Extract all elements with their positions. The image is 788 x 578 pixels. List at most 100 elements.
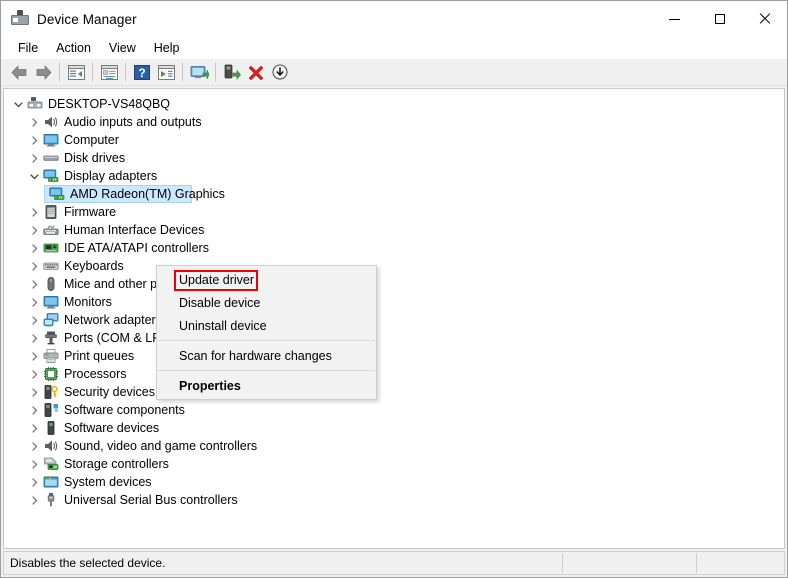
tree-item-label: Firmware <box>64 205 122 219</box>
device-context-menu: Update driver Disable device Uninstall d… <box>156 265 377 400</box>
chevron-down-icon[interactable] <box>10 95 26 113</box>
context-menu-item-disable-device[interactable]: Disable device <box>157 291 376 314</box>
maximize-button[interactable] <box>697 1 742 37</box>
chevron-right-icon[interactable] <box>26 437 42 455</box>
menu-help[interactable]: Help <box>145 39 189 57</box>
tree-row-ports-com-and-lpt[interactable]: Ports (COM & LPT) <box>4 329 784 347</box>
hid-icon <box>42 221 60 239</box>
mouse-icon <box>42 275 60 293</box>
chevron-right-icon[interactable] <box>26 419 42 437</box>
tree-row-system-devices[interactable]: System devices <box>4 473 784 491</box>
chevron-right-icon[interactable] <box>26 239 42 257</box>
chevron-right-icon[interactable] <box>26 329 42 347</box>
menu-view[interactable]: View <box>100 39 145 57</box>
status-bar: Disables the selected device. <box>3 551 785 575</box>
chevron-right-icon[interactable] <box>26 455 42 473</box>
context-menu-item-uninstall-device[interactable]: Uninstall device <box>157 314 376 337</box>
security-device-icon <box>42 383 60 401</box>
disable-device-button[interactable] <box>268 61 292 83</box>
tree-row-monitors[interactable]: Monitors <box>4 293 784 311</box>
storage-controller-icon <box>42 455 60 473</box>
tree-row-display-adapters[interactable]: Display adapters <box>4 167 784 185</box>
update-driver-button[interactable] <box>220 61 244 83</box>
chevron-right-icon[interactable] <box>26 311 42 329</box>
tree-row-security-devices[interactable]: Security devices <box>4 383 784 401</box>
chevron-right-icon[interactable] <box>26 383 42 401</box>
tree-row-mice-and-other-pointing-devices[interactable]: Mice and other pointing devices <box>4 275 784 293</box>
back-arrow-icon <box>11 65 28 80</box>
minimize-icon <box>669 19 680 20</box>
title-bar: Device Manager <box>1 1 787 37</box>
tree-row-computer[interactable]: Computer <box>4 131 784 149</box>
tree-item-label: Sound, video and game controllers <box>64 439 263 453</box>
scan-for-hardware-changes-button[interactable] <box>154 61 178 83</box>
update-driver-software-button[interactable] <box>187 61 211 83</box>
chevron-right-icon[interactable] <box>26 293 42 311</box>
uninstall-device-button[interactable] <box>244 61 268 83</box>
ide-controller-icon <box>42 239 60 257</box>
help-button[interactable]: ? <box>130 61 154 83</box>
chevron-right-icon[interactable] <box>26 473 42 491</box>
chevron-right-icon[interactable] <box>26 203 42 221</box>
speaker-icon <box>42 113 60 131</box>
properties-button[interactable] <box>97 61 121 83</box>
tree-row-software-components[interactable]: Software components <box>4 401 784 419</box>
tree-row-storage-controllers[interactable]: Storage controllers <box>4 455 784 473</box>
context-menu-item-update-driver[interactable]: Update driver <box>157 268 376 291</box>
system-device-icon <box>42 473 60 491</box>
chevron-right-icon[interactable] <box>26 401 42 419</box>
computer-root-icon <box>26 95 44 113</box>
tree-row-audio-inputs-and-outputs[interactable]: Audio inputs and outputs <box>4 113 784 131</box>
context-menu-item-properties[interactable]: Properties <box>157 374 376 397</box>
tree-row-software-devices[interactable]: Software devices <box>4 419 784 437</box>
tree-item-label: Keyboards <box>64 259 130 273</box>
firmware-icon <box>42 203 60 221</box>
close-button[interactable] <box>742 1 787 37</box>
tree-item-label: Monitors <box>64 295 118 309</box>
context-menu-item-scan-for-hardware-changes[interactable]: Scan for hardware changes <box>157 344 376 367</box>
chevron-right-icon[interactable] <box>26 113 42 131</box>
chevron-right-icon[interactable] <box>26 257 42 275</box>
back-button[interactable] <box>7 61 31 83</box>
disable-device-icon <box>272 64 288 80</box>
device-manager-icon <box>11 10 29 28</box>
keyboard-icon <box>42 257 60 275</box>
status-bar-divider <box>696 553 697 573</box>
tree-row-ide-ata-atapi-controllers[interactable]: IDE ATA/ATAPI controllers <box>4 239 784 257</box>
tree-row-processors[interactable]: Processors <box>4 365 784 383</box>
chevron-right-icon[interactable] <box>26 221 42 239</box>
chevron-down-icon[interactable] <box>26 167 42 185</box>
minimize-button[interactable] <box>652 1 697 37</box>
show-hide-console-tree-button[interactable] <box>64 61 88 83</box>
tree-row-human-interface-devices[interactable]: Human Interface Devices <box>4 221 784 239</box>
tree-row-universal-serial-bus-controllers[interactable]: Universal Serial Bus controllers <box>4 491 784 509</box>
monitor-icon <box>42 293 60 311</box>
menu-action[interactable]: Action <box>47 39 100 57</box>
port-icon <box>42 329 60 347</box>
menu-file[interactable]: File <box>9 39 47 57</box>
chevron-right-icon[interactable] <box>26 149 42 167</box>
status-text: Disables the selected device. <box>4 556 165 570</box>
usb-controller-icon <box>42 491 60 509</box>
tree-row-keyboards[interactable]: Keyboards <box>4 257 784 275</box>
chevron-right-icon[interactable] <box>26 131 42 149</box>
tree-row-firmware[interactable]: Firmware <box>4 203 784 221</box>
forward-button[interactable] <box>31 61 55 83</box>
tree-row-network-adapters[interactable]: Network adapters <box>4 311 784 329</box>
context-menu-item-label: Disable device <box>179 296 260 310</box>
tree-item-label: Network adapters <box>64 313 168 327</box>
tree-item-label: Computer <box>64 133 125 147</box>
chevron-right-icon[interactable] <box>26 347 42 365</box>
update-driver-icon <box>223 64 241 80</box>
tree-row-disk-drives[interactable]: Disk drives <box>4 149 784 167</box>
tree-row-amd-radeon-graphics[interactable]: AMD Radeon(TM) Graphics <box>4 185 784 203</box>
window-controls <box>652 1 787 37</box>
chevron-right-icon[interactable] <box>26 275 42 293</box>
tree-row-print-queues[interactable]: Print queues <box>4 347 784 365</box>
chevron-right-icon[interactable] <box>26 365 42 383</box>
tree-row-sound-video-and-game-controllers[interactable]: Sound, video and game controllers <box>4 437 784 455</box>
tree-item-label: Software devices <box>64 421 165 435</box>
chevron-right-icon[interactable] <box>26 491 42 509</box>
device-tree-pane[interactable]: DESKTOP-VS48QBQ Audio inputs and outputs <box>3 88 785 549</box>
tree-row-root[interactable]: DESKTOP-VS48QBQ <box>4 95 784 113</box>
